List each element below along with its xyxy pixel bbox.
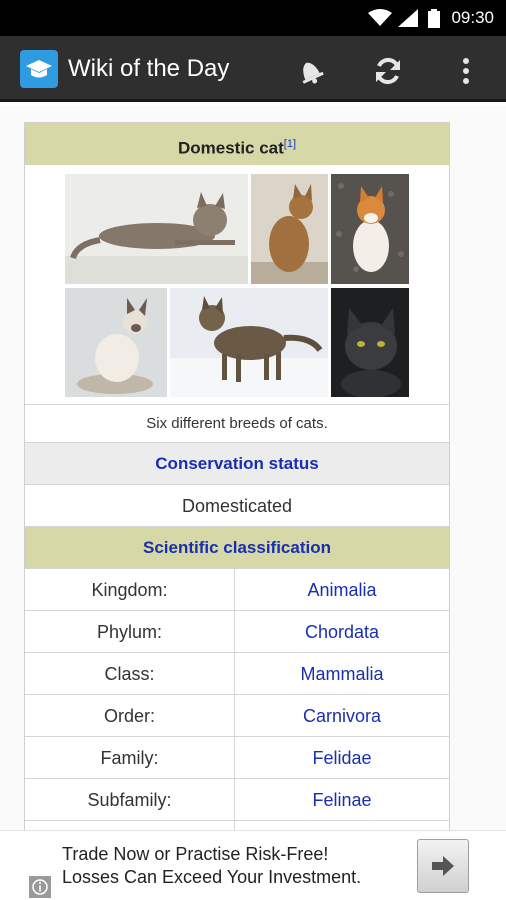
taxonomy-row-order: Order: Carnivora [25, 695, 449, 737]
cell-signal-icon [398, 9, 418, 27]
status-time: 09:30 [451, 8, 494, 27]
taxonomy-link[interactable]: Mammalia [235, 653, 449, 694]
image-caption: Six different breeds of cats. [25, 405, 449, 443]
ad-line-2: Losses Can Exceed Your Investment. [62, 867, 362, 887]
tabby-cat-lying-photo[interactable] [65, 174, 248, 284]
taxonomy-label: Order: [25, 695, 235, 736]
orange-white-cat-photo[interactable] [331, 174, 409, 284]
conservation-status-value: Domesticated [25, 485, 449, 527]
infobox-title: Domestic cat[1] [25, 123, 449, 165]
reference-link[interactable]: [1] [284, 138, 296, 150]
taxonomy-link[interactable]: Chordata [235, 611, 449, 652]
abyssinian-cat-sitting-photo[interactable] [251, 174, 328, 284]
ad-banner[interactable]: Trade Now or Practise Risk-Free! Losses … [0, 830, 506, 900]
scientific-classification-header[interactable]: Scientific classification [25, 527, 449, 569]
taxonomy-row-class: Class: Mammalia [25, 653, 449, 695]
taxonomy-link[interactable]: Animalia [235, 569, 449, 610]
taxonomy-link[interactable]: Carnivora [235, 695, 449, 736]
infobox-image-gallery [25, 165, 449, 405]
taxonomy-label: Family: [25, 737, 235, 778]
status-bar: 09:30 [0, 0, 506, 36]
article-content[interactable]: Domestic cat[1] Six different breeds of … [0, 105, 506, 830]
app-logo-icon[interactable] [20, 50, 58, 88]
infobox: Domestic cat[1] Six different breeds of … [24, 122, 450, 830]
taxonomy-row-kingdom: Kingdom: Animalia [25, 569, 449, 611]
ad-text[interactable]: Trade Now or Practise Risk-Free! Losses … [62, 843, 361, 889]
ad-line-1: Trade Now or Practise Risk-Free! [62, 844, 329, 864]
bell-icon[interactable] [292, 53, 328, 89]
app-bar: Wiki of the Day [0, 36, 506, 102]
taxonomy-label: Subfamily: [25, 779, 235, 820]
taxonomy-row-partial [25, 821, 449, 830]
taxonomy-row-family: Family: Felidae [25, 737, 449, 779]
siamese-cat-photo[interactable] [65, 288, 167, 397]
ad-info-icon[interactable] [29, 876, 51, 898]
taxonomy-row-subfamily: Subfamily: Felinae [25, 779, 449, 821]
app-title: Wiki of the Day [68, 55, 230, 82]
taxonomy-link[interactable]: Felidae [235, 737, 449, 778]
taxonomy-label: Phylum: [25, 611, 235, 652]
taxonomy-label: Class: [25, 653, 235, 694]
taxonomy-label [25, 821, 235, 830]
wifi-icon [368, 9, 392, 26]
conservation-status-header[interactable]: Conservation status [25, 443, 449, 485]
infobox-title-text: Domestic cat [177, 138, 284, 158]
taxonomy-row-phylum: Phylum: Chordata [25, 611, 449, 653]
tabby-cat-in-snow-photo[interactable] [170, 288, 328, 397]
taxonomy-link[interactable]: Felinae [235, 779, 449, 820]
black-cat-photo[interactable] [331, 288, 409, 397]
overflow-menu-icon[interactable] [448, 53, 484, 89]
arrow-right-icon [432, 856, 454, 876]
battery-icon [428, 9, 440, 28]
ad-arrow-button[interactable] [417, 839, 469, 893]
taxonomy-label: Kingdom: [25, 569, 235, 610]
taxonomy-link [235, 821, 449, 830]
refresh-icon[interactable] [370, 53, 406, 89]
